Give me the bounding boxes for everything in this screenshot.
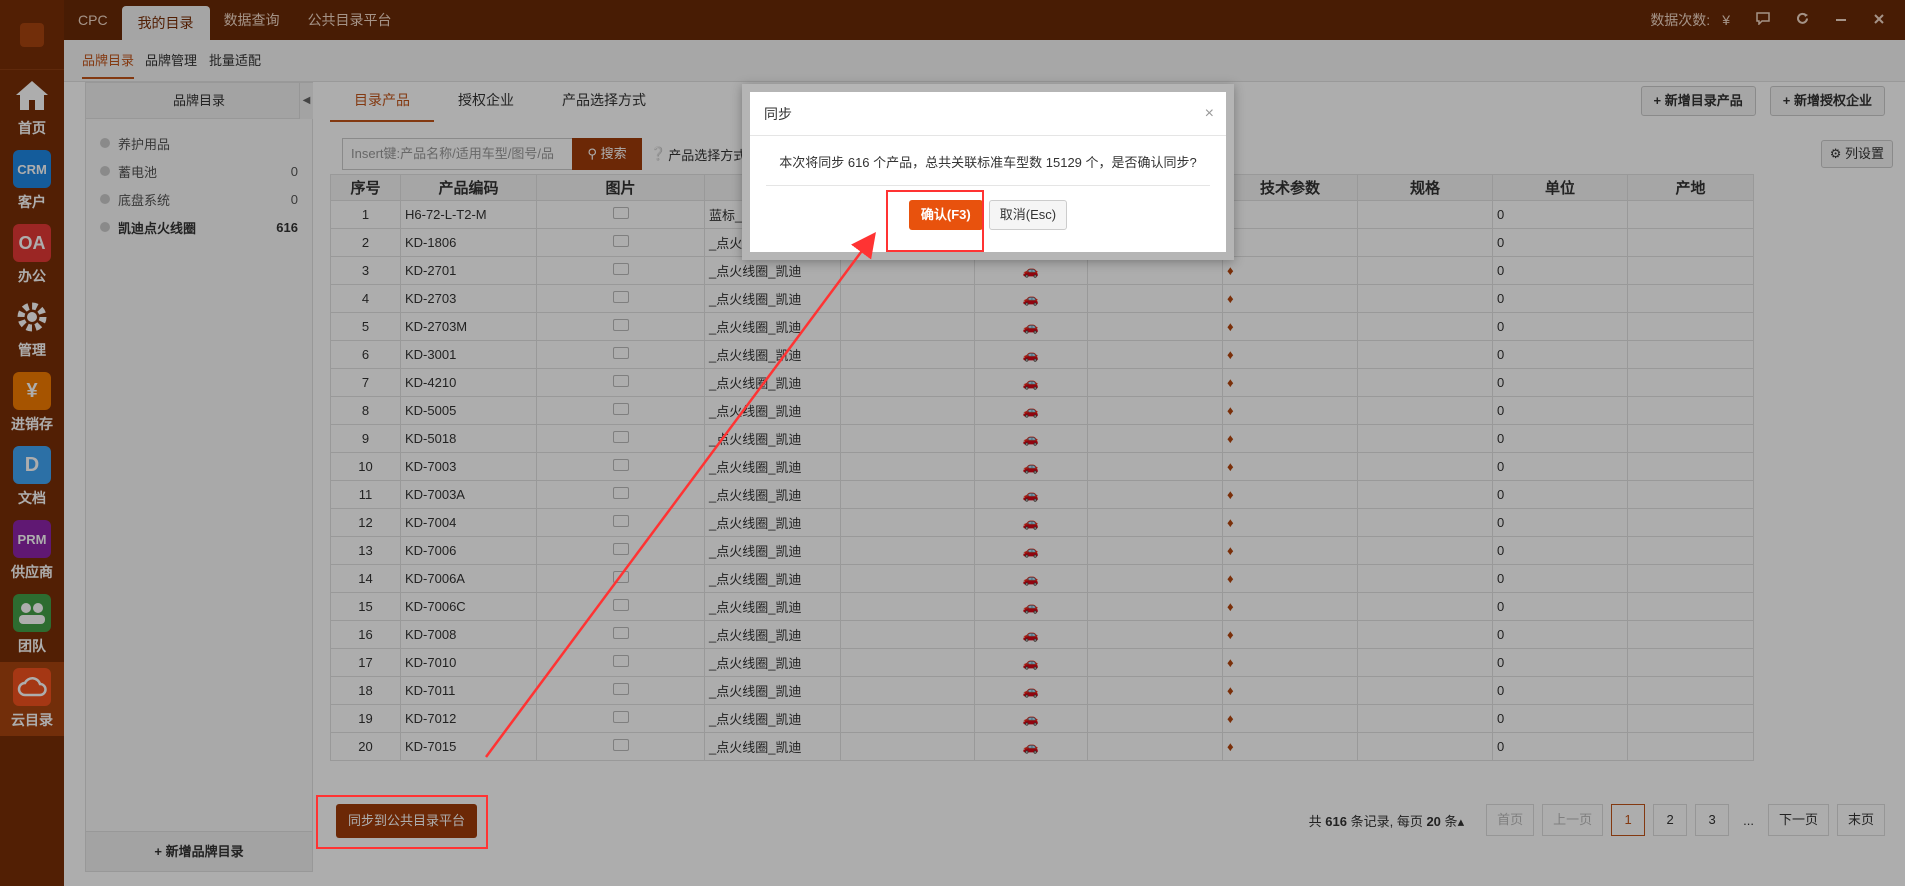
annotation-arrow — [484, 231, 876, 758]
